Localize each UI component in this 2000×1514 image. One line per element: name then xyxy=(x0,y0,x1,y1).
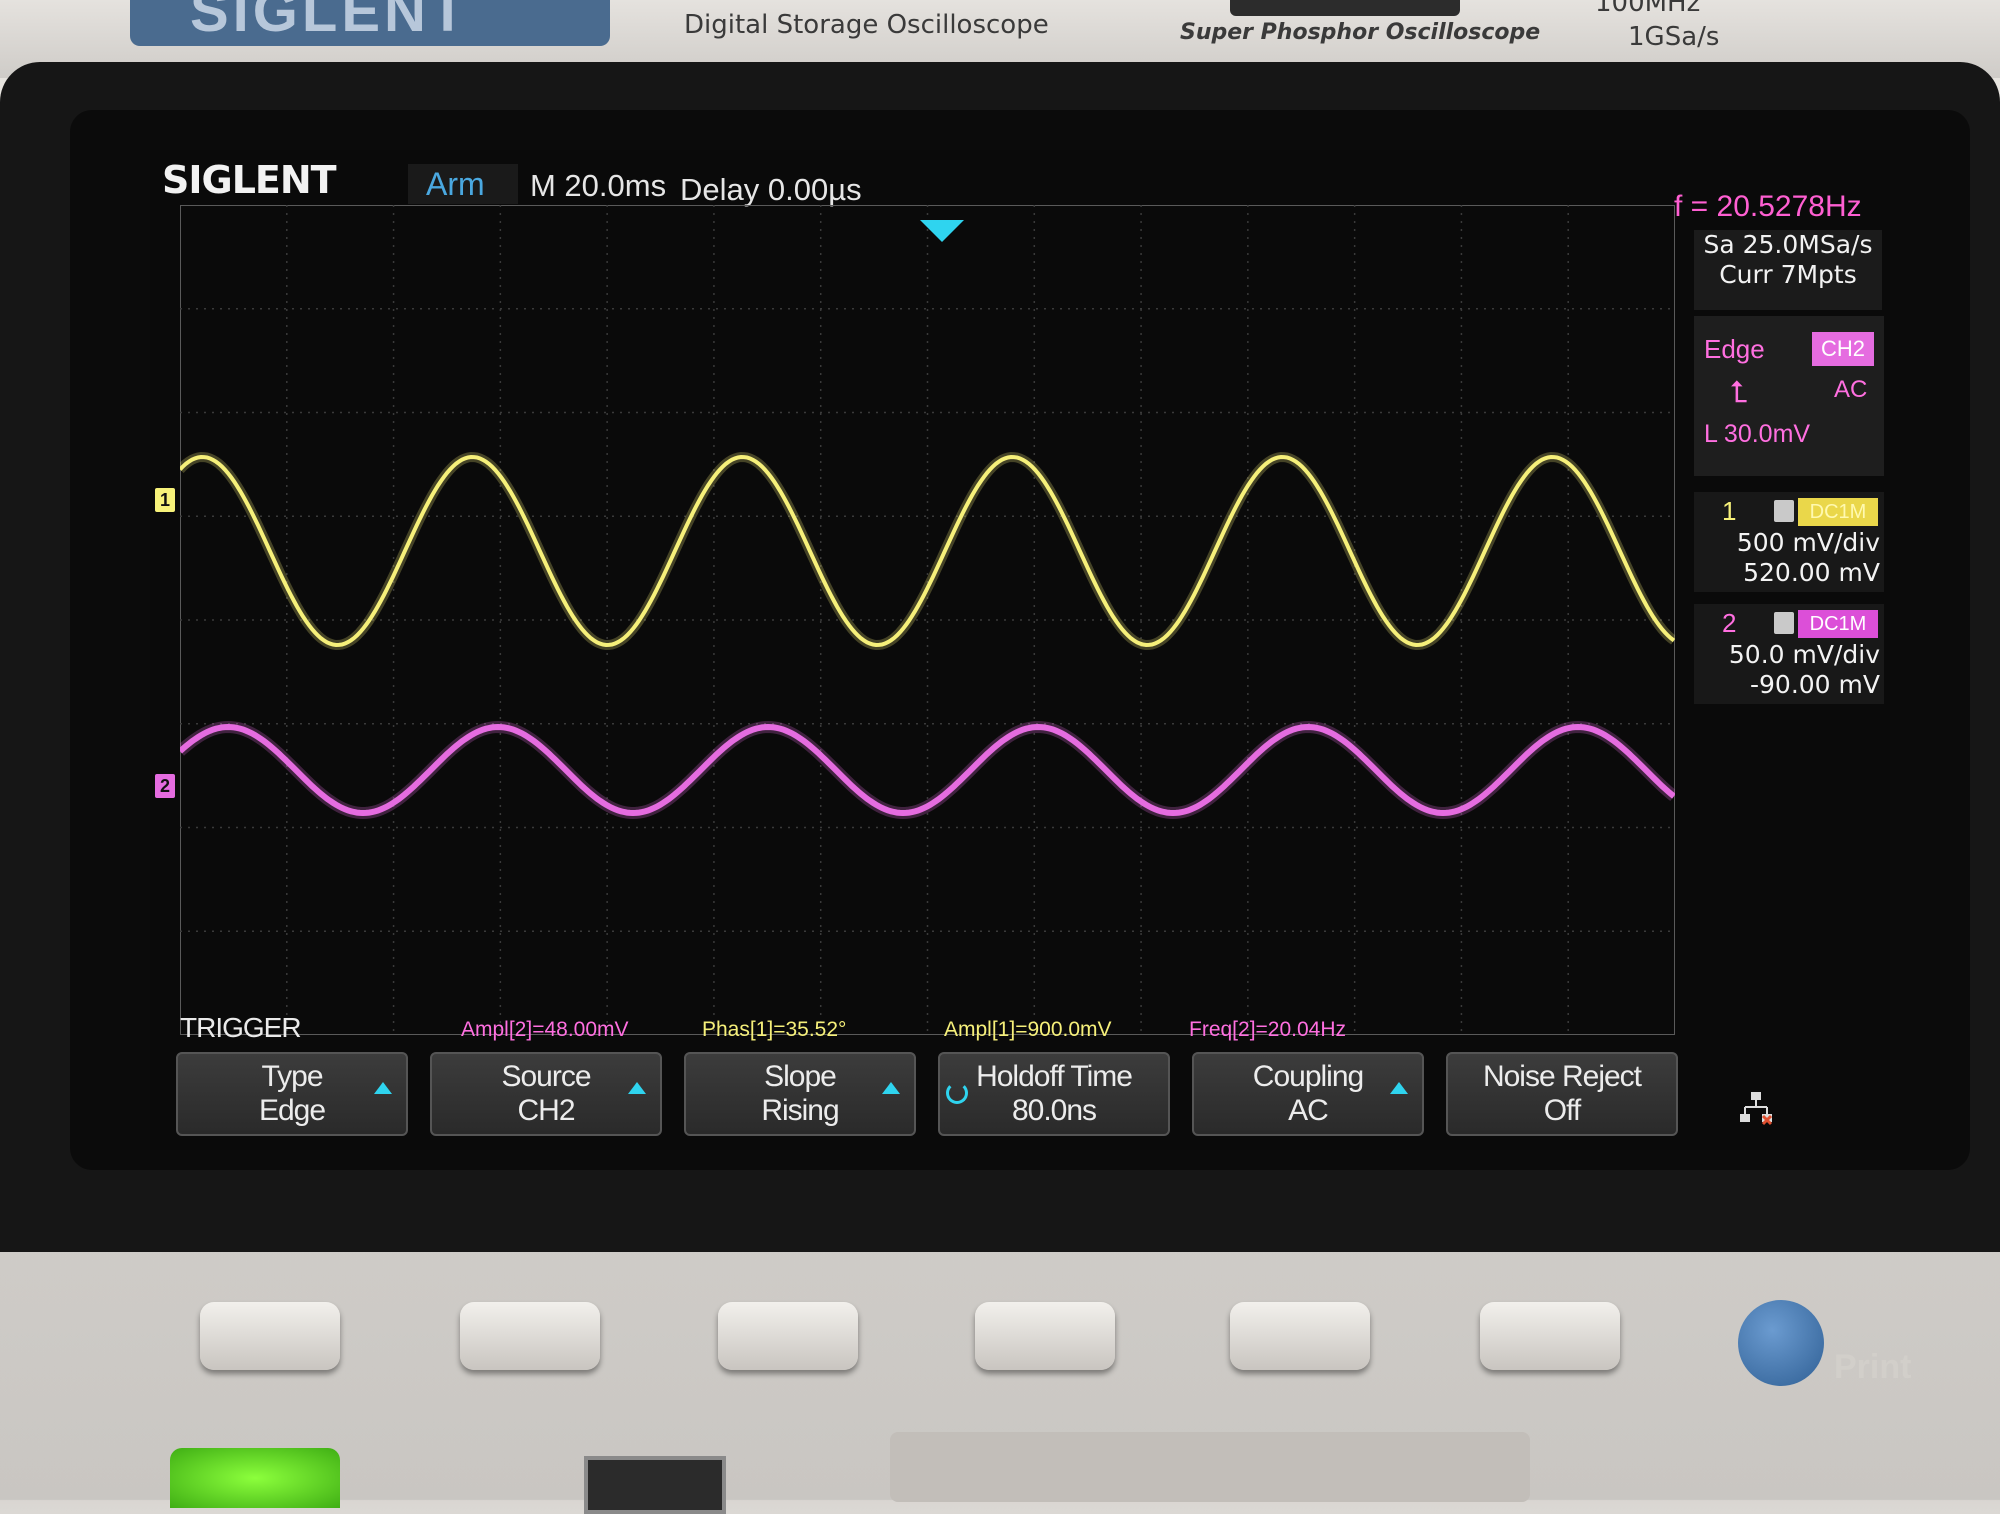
ch2-offset-marker[interactable]: 2 xyxy=(155,774,175,798)
ch1-vdiv: 500 mV/div xyxy=(1736,528,1880,557)
spo-label: Super Phosphor Oscilloscope xyxy=(1180,20,1541,45)
trigger-level: L 30.0mV xyxy=(1704,420,1811,448)
usb-port xyxy=(584,1456,726,1514)
trigger-coupling: AC xyxy=(1834,376,1868,403)
softkey-title: Holdoff Time xyxy=(976,1060,1133,1093)
menu-title: TRIGGER xyxy=(180,1012,302,1043)
trigger-type: Edge xyxy=(1704,334,1765,364)
network-icon xyxy=(1740,1092,1773,1126)
trigger-source-badge: CH2 xyxy=(1812,332,1874,366)
brand-plate: SIGLENT xyxy=(130,0,610,46)
softkey-title: Type xyxy=(261,1060,323,1093)
ch2-info[interactable]: 2 DC1M 50.0 mV/div -90.00 mV xyxy=(1694,604,1884,704)
brand-plate-text: SIGLENT xyxy=(190,0,470,44)
ch2-coupling-badge: DC1M xyxy=(1798,610,1878,638)
ch2-offset: -90.00 mV xyxy=(1750,670,1880,699)
softkey-value: AC xyxy=(1288,1094,1329,1127)
bandwidth-limit-icon xyxy=(1774,500,1794,522)
ch2-number: 2 xyxy=(1722,608,1737,638)
softkey-button-1[interactable] xyxy=(200,1302,340,1370)
model-label: Digital Storage Oscilloscope xyxy=(684,10,1049,40)
ch1-number: 1 xyxy=(1722,496,1737,526)
arrow-up-icon xyxy=(628,1082,646,1094)
trigger-info: Edge CH2 ⮤ AC L 30.0mV xyxy=(1694,316,1884,476)
softkey-title: Coupling xyxy=(1252,1060,1364,1093)
power-button[interactable] xyxy=(170,1448,340,1508)
measurement-freq-ch2: Freq[2]=20.04Hz xyxy=(1189,1018,1347,1041)
memory-depth: Curr 7Mpts xyxy=(1719,260,1857,289)
front-panel-slot xyxy=(890,1432,1530,1502)
screen-logo: SIGLENT xyxy=(162,158,337,202)
softkey-button-4[interactable] xyxy=(975,1302,1115,1370)
frequency-readout: f = 20.5278Hz xyxy=(1674,190,1862,223)
softkey-type[interactable]: Type Edge xyxy=(176,1052,408,1136)
arrow-up-icon xyxy=(882,1082,900,1094)
measurement-ampl-ch2: Ampl[2]=48.00mV xyxy=(461,1018,629,1041)
softkey-holdoff[interactable]: Holdoff Time 80.0ns xyxy=(938,1052,1170,1136)
softkey-title: Noise Reject xyxy=(1482,1060,1642,1093)
timebase-readout: M 20.0ms xyxy=(530,168,667,203)
softkey-title: Source xyxy=(501,1060,591,1093)
softkey-value: Off xyxy=(1543,1094,1581,1127)
softkey-value: Edge xyxy=(258,1094,326,1127)
softkey-buttons: Print xyxy=(0,1262,2000,1412)
print-button[interactable] xyxy=(1738,1300,1824,1386)
ch1-offset: 520.00 mV xyxy=(1743,558,1880,587)
softkey-value: CH2 xyxy=(517,1094,575,1127)
arrow-up-icon xyxy=(374,1082,392,1094)
rising-edge-icon: ⮤ xyxy=(1730,376,1748,409)
softkey-title: Slope xyxy=(764,1060,837,1093)
softkey-value: 80.0ns xyxy=(1011,1094,1097,1127)
ch1-info[interactable]: 1 DC1M 500 mV/div 520.00 mV xyxy=(1694,492,1884,592)
softkey-button-2[interactable] xyxy=(460,1302,600,1370)
print-label: Print xyxy=(1834,1348,1912,1386)
delay-readout: Delay 0.00µs xyxy=(680,172,862,207)
status-bar: SIGLENT Arm M 20.0ms Delay 0.00µs f = 20… xyxy=(150,150,1890,223)
softkey-source[interactable]: Source CH2 xyxy=(430,1052,662,1136)
ch2-vdiv: 50.0 mV/div xyxy=(1728,640,1880,669)
sample-rate-label: 1GSa/s xyxy=(1628,22,1720,52)
softkey-slope[interactable]: Slope Rising xyxy=(684,1052,916,1136)
softkey-button-6[interactable] xyxy=(1480,1302,1620,1370)
softkey-bar: Type Edge Source CH2 Slope Rising Holdof… xyxy=(176,1052,1884,1144)
bandwidth-limit-icon xyxy=(1774,612,1794,634)
spo-logo xyxy=(1230,0,1460,16)
softkey-noise-reject[interactable]: Noise Reject Off xyxy=(1446,1052,1678,1136)
ch2-trace-glow xyxy=(180,720,1675,820)
softkey-button-5[interactable] xyxy=(1230,1302,1370,1370)
run-state: Arm xyxy=(426,166,485,202)
softkey-value: Rising xyxy=(761,1094,839,1127)
bandwidth-label: 100MHz xyxy=(1595,0,1701,18)
waveform-area xyxy=(180,205,1675,1035)
measurement-phase: Phas[1]=35.52° xyxy=(702,1018,847,1041)
trigger-position-icon xyxy=(920,220,964,242)
oscilloscope-screen: SIGLENT Arm M 20.0ms Delay 0.00µs f = 20… xyxy=(150,150,1890,1150)
sample-rate: Sa 25.0MSa/s xyxy=(1703,230,1873,259)
ch1-offset-marker[interactable]: 1 xyxy=(155,488,175,512)
softkey-button-3[interactable] xyxy=(718,1302,858,1370)
measurement-ampl-ch1: Ampl[1]=900.0mV xyxy=(944,1018,1112,1041)
softkey-coupling[interactable]: Coupling AC xyxy=(1192,1052,1424,1136)
arrow-up-icon xyxy=(1390,1082,1408,1094)
graticule xyxy=(180,205,1675,1035)
ch1-coupling-badge: DC1M xyxy=(1798,498,1878,526)
sampling-info: Sa 25.0MSa/s Curr 7Mpts xyxy=(1694,230,1882,310)
